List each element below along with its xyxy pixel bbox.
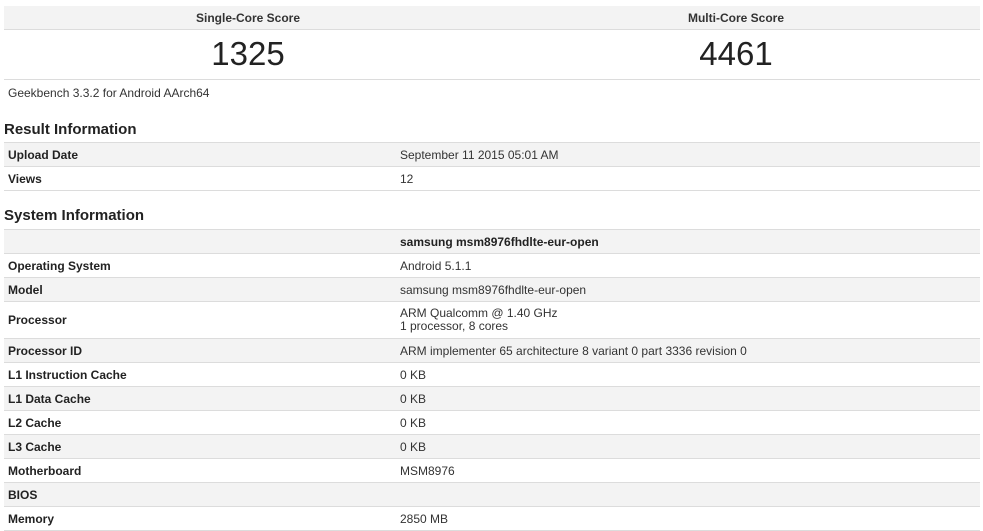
processor-cores: 1 processor, 8 cores [400,319,509,333]
table-header-row: samsung msm8976fhdlte-eur-open [4,229,980,254]
operating-system-value: Android 5.1.1 [396,253,980,278]
bios-key: BIOS [4,482,396,507]
l3-cache-value: 0 KB [396,434,980,459]
table-row: L1 Data Cache 0 KB [4,386,980,411]
table-row: L2 Cache 0 KB [4,410,980,435]
table-row: L3 Cache 0 KB [4,434,980,459]
multi-core-score-label: Multi-Core Score [492,6,980,30]
result-information-heading: Result Information [4,121,137,138]
processor-key: Processor [4,301,396,339]
single-core-score-value: 1325 [211,35,285,72]
l1-instruction-cache-key: L1 Instruction Cache [4,362,396,387]
single-core-score-label: Single-Core Score [4,6,492,30]
views-key: Views [4,166,396,191]
table-row: Memory 2850 MB [4,506,980,531]
model-key: Model [4,277,396,302]
score-summary: Single-Core Score 1325 Multi-Core Score … [4,6,980,80]
memory-value: 2850 MB [396,506,980,531]
l2-cache-value: 0 KB [396,410,980,435]
table-row: Views 12 [4,166,980,191]
table-row: L1 Instruction Cache 0 KB [4,362,980,387]
table-row: Upload Date September 11 2015 05:01 AM [4,142,980,167]
processor-id-key: Processor ID [4,338,396,363]
l1-instruction-cache-value: 0 KB [396,362,980,387]
system-information-table: samsung msm8976fhdlte-eur-open Operating… [4,229,980,531]
processor-id-value: ARM implementer 65 architecture 8 varian… [396,338,980,363]
l3-cache-key: L3 Cache [4,434,396,459]
operating-system-key: Operating System [4,253,396,278]
multi-core-score-value: 4461 [699,35,773,72]
system-header-spacer [4,229,396,254]
motherboard-value: MSM8976 [396,458,980,483]
system-information-heading: System Information [4,207,145,224]
l1-data-cache-key: L1 Data Cache [4,386,396,411]
motherboard-key: Motherboard [4,458,396,483]
table-row: Processor ID ARM implementer 65 architec… [4,338,980,363]
l2-cache-key: L2 Cache [4,410,396,435]
model-value: samsung msm8976fhdlte-eur-open [396,277,980,302]
table-row: Motherboard MSM8976 [4,458,980,483]
l1-data-cache-value: 0 KB [396,386,980,411]
upload-date-key: Upload Date [4,142,396,167]
table-row: Processor ARM Qualcomm @ 1.40 GHz 1 proc… [4,301,980,339]
single-core-score-panel: Single-Core Score 1325 [4,6,492,80]
result-information-table: Upload Date September 11 2015 05:01 AM V… [4,142,980,191]
table-row: Model samsung msm8976fhdlte-eur-open [4,277,980,302]
bios-value [396,482,980,507]
processor-value: ARM Qualcomm @ 1.40 GHz 1 processor, 8 c… [396,301,980,339]
table-row: Operating System Android 5.1.1 [4,253,980,278]
memory-key: Memory [4,506,396,531]
multi-core-score-panel: Multi-Core Score 4461 [492,6,980,80]
upload-date-value: September 11 2015 05:01 AM [396,142,980,167]
table-row: BIOS [4,482,980,507]
benchmark-version: Geekbench 3.3.2 for Android AArch64 [8,86,210,100]
system-device-name: samsung msm8976fhdlte-eur-open [396,229,980,254]
views-value: 12 [396,166,980,191]
